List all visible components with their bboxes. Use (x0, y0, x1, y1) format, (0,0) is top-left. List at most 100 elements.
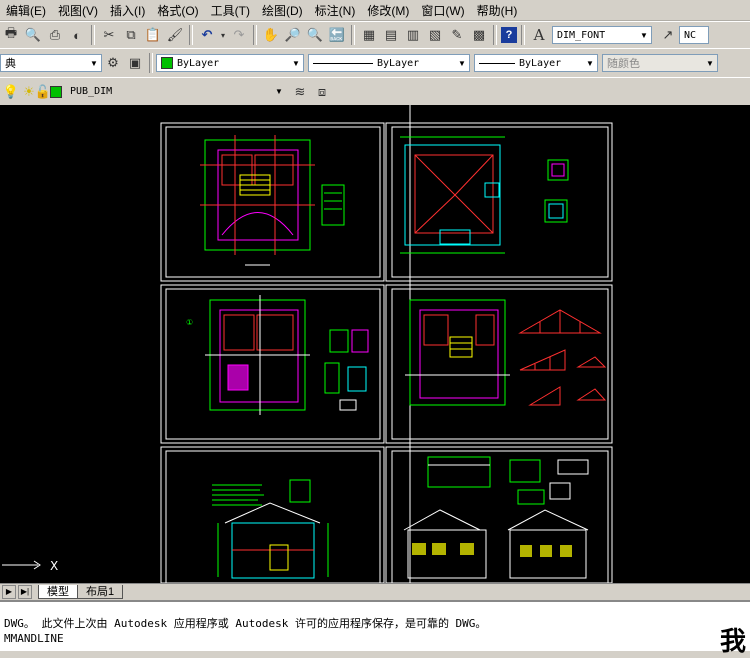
layers-toolbar: 💡 ☀ 🔓 PUB_DIM ▼ ≋ ⧈ (0, 77, 750, 106)
layer-states-icon[interactable]: ⧈ (312, 82, 332, 102)
etransmit-icon[interactable]: ◐ (67, 25, 87, 45)
layer-properties-manager-icon[interactable]: ≋ (290, 82, 310, 102)
plot-preview-icon[interactable]: 🔍 (23, 25, 43, 45)
floor-plan-2: ① (186, 295, 369, 415)
text-style-value: DIM_FONT (557, 29, 606, 41)
menu-modify[interactable]: 修改(M) (361, 2, 415, 19)
layer-control-select[interactable]: PUB_DIM ▼ (66, 83, 286, 101)
command-history-line: DWG。 此文件上次由 Autodesk 应用程序或 Autodesk 许可的应… (4, 617, 487, 630)
lineweight-preview-line (479, 62, 515, 64)
calculator-icon[interactable]: ▩ (469, 25, 489, 45)
chevron-down-icon: ▼ (458, 58, 466, 68)
tab-next-icon[interactable]: ▶ (2, 584, 16, 599)
roof-plan (400, 136, 569, 254)
text-style-icon[interactable]: A (529, 25, 549, 45)
tool-palettes-icon[interactable]: ▥ (403, 25, 423, 45)
markup-icon[interactable]: ✎ (447, 25, 467, 45)
linetype-select-value: ByLayer (377, 57, 420, 69)
floor-plan-1 (200, 135, 345, 266)
layer-color-swatch (50, 85, 62, 98)
properties-toolbar: 典 ▼ ⚙ ▣ ByLayer ▼ ByLayer ▼ ByLayer ▼ 随颜… (0, 48, 750, 78)
menu-help[interactable]: 帮助(H) (471, 2, 524, 19)
detail-block (339, 399, 357, 411)
menu-insert[interactable]: 插入(I) (104, 2, 151, 19)
cut-icon[interactable]: ✂ (99, 25, 119, 45)
copy-icon[interactable]: ⧉ (121, 25, 141, 45)
command-window[interactable]: DWG。 此文件上次由 Autodesk 应用程序或 Autodesk 许可的应… (0, 600, 750, 651)
menu-dimension[interactable]: 标注(N) (309, 2, 362, 19)
layer-select[interactable]: 典 ▼ (0, 54, 102, 72)
dim-style-icon[interactable]: ↗ (658, 25, 678, 45)
sheet-frame-5 (160, 446, 385, 583)
tab-last-icon[interactable]: ▶| (18, 584, 32, 599)
elev-detail (517, 489, 545, 505)
command-prompt-line[interactable]: MMANDLINE (0, 631, 750, 646)
linetype-select[interactable]: ByLayer ▼ (308, 54, 470, 72)
truss-3 (528, 386, 561, 406)
menu-tools[interactable]: 工具(T) (205, 2, 256, 19)
toolbar-separator (253, 25, 257, 45)
zoom-previous-icon[interactable]: 🔙 (327, 25, 347, 45)
plan-marker: ① (186, 318, 193, 327)
toolbar-separator (493, 25, 497, 45)
elevation-1-roof (403, 509, 481, 531)
chevron-down-icon: ▼ (275, 87, 283, 96)
sheet-set-icon[interactable]: ▧ (425, 25, 445, 45)
tab-layout1[interactable]: 布局1 (77, 584, 124, 599)
cad-drawing[interactable]: ① X (0, 105, 750, 583)
undo-dropdown-icon[interactable]: ▾ (219, 25, 227, 45)
elev-detail (557, 459, 589, 475)
layer-previous-icon[interactable]: ▣ (125, 53, 145, 73)
menu-format[interactable]: 格式(O) (151, 2, 204, 19)
elevation-drawings (403, 456, 589, 579)
roof-chimney (484, 182, 500, 198)
lineweight-select[interactable]: ByLayer ▼ (474, 54, 598, 72)
ucs-icon: X (2, 559, 58, 573)
menu-bar: 编辑(E) 视图(V) 插入(I) 格式(O) 工具(T) 绘图(D) 标注(N… (0, 0, 750, 21)
menu-edit[interactable]: 编辑(E) (0, 2, 52, 19)
layer-select-value: 典 (5, 57, 16, 70)
floor-plan-3 (405, 299, 607, 406)
plan-room (423, 314, 449, 346)
section-roof (224, 502, 321, 524)
layer-sun-icon: ☀ (23, 83, 35, 99)
properties-icon[interactable]: ▦ (359, 25, 379, 45)
sheet-inner-5 (165, 450, 381, 583)
text-style-select[interactable]: DIM_FONT ▼ (552, 26, 652, 44)
redo-icon[interactable]: ↷ (229, 25, 249, 45)
toolbar-separator (189, 25, 193, 45)
help-icon[interactable]: ? (501, 27, 517, 43)
truss-5 (576, 388, 607, 401)
plan-room-highlight (227, 364, 249, 391)
design-center-icon[interactable]: ▤ (381, 25, 401, 45)
sheet-frame-1 (160, 122, 385, 282)
menu-draw[interactable]: 绘图(D) (256, 2, 309, 19)
chevron-down-icon: ▼ (586, 58, 594, 68)
sheet-inner-6 (391, 450, 609, 583)
dim-style-select[interactable]: NC (679, 26, 709, 44)
menu-window[interactable]: 窗口(W) (415, 2, 470, 19)
toolbar-separator (351, 25, 355, 45)
zoom-window-icon[interactable]: 🔍 (305, 25, 325, 45)
publish-icon[interactable]: ⎙ (45, 25, 65, 45)
detail-1 (547, 159, 569, 181)
plan-room (223, 314, 255, 351)
make-object-layer-current-icon[interactable]: ⚙ (103, 53, 123, 73)
color-select[interactable]: ByLayer ▼ (156, 54, 304, 72)
chevron-down-icon: ▼ (706, 58, 714, 68)
tab-model[interactable]: 模型 (38, 584, 78, 599)
toolbar-separator (149, 53, 153, 73)
section-note (289, 479, 311, 503)
paste-icon[interactable]: 📋 (143, 25, 163, 45)
drawing-canvas[interactable]: ① X (0, 105, 750, 583)
menu-view[interactable]: 视图(V) (52, 2, 104, 19)
zoom-realtime-icon[interactable]: 🔎 (283, 25, 303, 45)
print-icon[interactable]: 🖶 (1, 25, 21, 45)
sheet-inner-4 (391, 288, 609, 440)
match-properties-icon[interactable]: 🖌 (165, 25, 185, 45)
pan-realtime-icon[interactable]: ✋ (261, 25, 281, 45)
undo-icon[interactable]: ↶ (197, 25, 217, 45)
elevation-2-window (560, 545, 572, 557)
plotstyle-select[interactable]: 随颜色 ▼ (602, 54, 718, 72)
detail-1-inner (551, 163, 565, 177)
